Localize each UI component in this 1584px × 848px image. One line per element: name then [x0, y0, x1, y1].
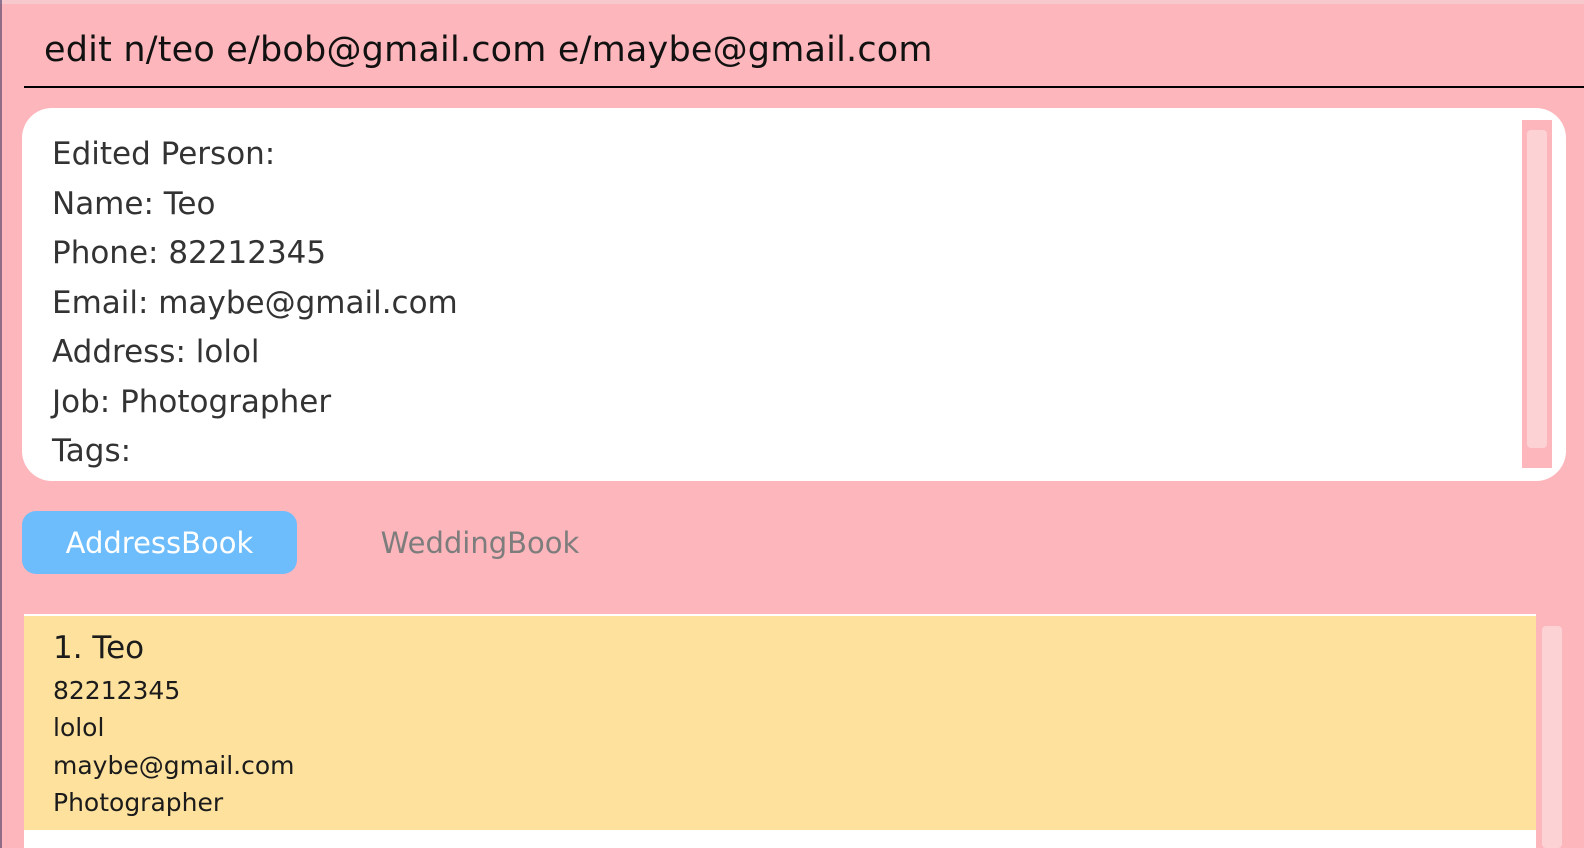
result-line-tags: Tags:	[52, 433, 132, 469]
result-line-name: Name: Teo	[52, 185, 216, 222]
result-line-job: Job: Photographer	[52, 383, 332, 420]
result-display: Edited Person: Name: Teo Phone: 82212345…	[22, 108, 1566, 481]
command-box[interactable]: edit n/teo e/bob@gmail.com e/maybe@gmail…	[24, 22, 1584, 88]
list-scrollbar[interactable]	[1536, 614, 1568, 848]
result-scrollbar[interactable]	[1522, 120, 1552, 468]
person-card-title: 1. Teo	[53, 630, 145, 666]
window-left-edge	[0, 0, 2, 848]
result-text: Edited Person: Name: Teo Phone: 82212345…	[52, 130, 458, 477]
person-card-email: maybe@gmail.com	[53, 751, 295, 780]
person-list: 1. Teo 82212345 lolol maybe@gmail.com Ph…	[24, 614, 1536, 848]
tab-addressbook[interactable]: AddressBook	[22, 511, 297, 574]
person-card-address: lolol	[53, 713, 105, 742]
person-card-phone: 82212345	[53, 676, 181, 705]
result-line-phone: Phone: 82212345	[52, 235, 327, 271]
person-card-job: Photographer	[53, 788, 224, 817]
command-input[interactable]: edit n/teo e/bob@gmail.com e/maybe@gmail…	[44, 30, 933, 70]
result-line-heading: Edited Person:	[52, 136, 276, 172]
list-scrollbar-thumb[interactable]	[1542, 626, 1562, 848]
person-card[interactable]: 1. Teo 82212345 lolol maybe@gmail.com Ph…	[24, 616, 1536, 830]
window-top-strip	[0, 0, 1584, 4]
result-line-email: Email: maybe@gmail.com	[52, 284, 458, 321]
result-line-address: Address: lolol	[52, 334, 260, 370]
tab-weddingbook[interactable]: WeddingBook	[330, 511, 630, 574]
result-scrollbar-thumb[interactable]	[1527, 130, 1547, 448]
